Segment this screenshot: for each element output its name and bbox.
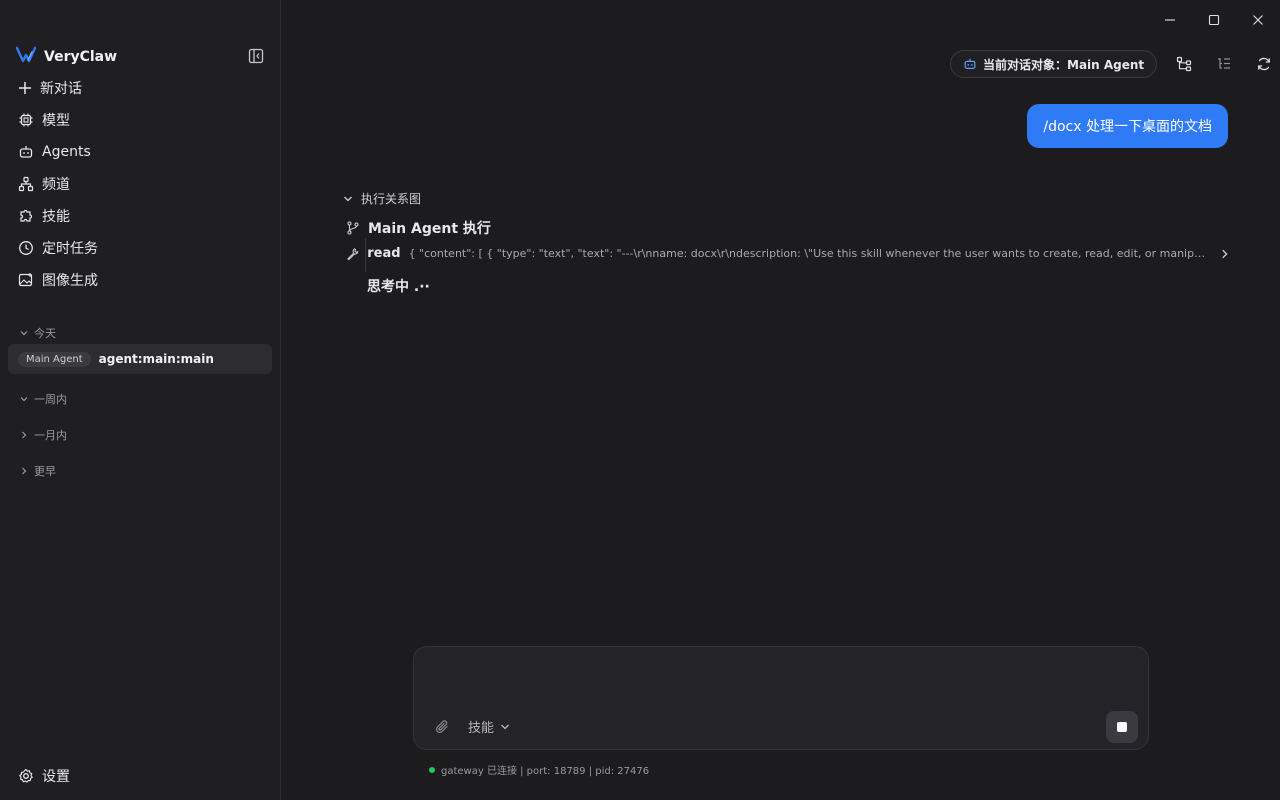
tool-name: read	[367, 246, 401, 261]
close-window-button[interactable]	[1236, 0, 1280, 40]
session-name: agent:main:main	[98, 352, 214, 366]
session-badge: Main Agent	[18, 351, 91, 367]
nav-item-new-chat[interactable]: 新对话	[8, 72, 272, 104]
list-tree-icon	[1218, 58, 1231, 69]
robot-icon	[19, 146, 33, 158]
chevron-down-icon	[501, 724, 509, 729]
maximize-button[interactable]	[1192, 0, 1236, 40]
minimize-icon	[1165, 19, 1175, 21]
group-label-text: 一周内	[34, 393, 67, 406]
chevron-down-icon	[344, 196, 352, 201]
image-icon	[18, 273, 33, 287]
tool-args-preview: { "content": [ { "type": "text", "text":…	[408, 247, 1211, 260]
refresh-icon	[1258, 57, 1271, 71]
agent-exec-label: Main Agent 执行	[368, 221, 491, 237]
network-icon	[18, 176, 34, 192]
stop-generation-button[interactable]	[1106, 711, 1138, 743]
chevron-right-icon	[22, 431, 27, 439]
close-icon	[1253, 15, 1263, 25]
stop-icon	[1117, 722, 1127, 732]
puzzle-icon	[20, 209, 33, 222]
gateway-status-text: gateway 已连接 | port: 18789 | pid: 27476	[441, 766, 650, 777]
group-week[interactable]: 一周内	[20, 391, 67, 407]
group-month[interactable]: 一月内	[20, 427, 67, 443]
group-earlier[interactable]: 更早	[20, 463, 56, 479]
settings-button[interactable]: 设置	[18, 766, 70, 786]
nav-item-label: 模型	[42, 113, 70, 129]
sidebar: VeryClaw 新对话 模型 Agents 频道 技能 定时任务 图像生成 今…	[0, 0, 281, 800]
nav-item-label: 新对话	[40, 81, 82, 97]
status-dot-icon	[429, 766, 435, 773]
clock-icon	[19, 241, 33, 255]
nav-item-label: 定时任务	[42, 241, 98, 257]
wrench-icon	[347, 247, 359, 260]
veryclaw-logo-icon	[15, 46, 37, 68]
tool-call-row[interactable]: read { "content": [ { "type": "text", "t…	[346, 246, 1230, 261]
brand: VeryClaw	[15, 46, 118, 68]
hierarchy-view-button[interactable]	[1171, 51, 1197, 77]
nav-item-label: 图像生成	[42, 273, 98, 289]
gateway-status: gateway 已连接 | port: 18789 | pid: 27476	[429, 762, 649, 777]
nav-item-models[interactable]: 模型	[8, 104, 272, 136]
panel-left-icon	[248, 48, 264, 64]
chevron-right-icon	[22, 467, 27, 475]
nav-item-image-generation[interactable]: 图像生成	[8, 264, 272, 296]
paperclip-icon	[435, 720, 448, 734]
nav-item-channels[interactable]: 频道	[8, 168, 272, 200]
git-branch-icon	[347, 221, 359, 235]
attach-button[interactable]	[434, 719, 452, 737]
group-label-text: 今天	[34, 327, 56, 340]
nav-item-label: 频道	[42, 177, 70, 193]
brand-name: VeryClaw	[44, 49, 118, 65]
hierarchy-icon	[1177, 56, 1192, 72]
skills-label: 技能	[468, 721, 495, 736]
message-composer: 技能	[413, 646, 1149, 750]
agent-exec-row: Main Agent 执行	[346, 218, 491, 238]
chevron-down-icon	[20, 397, 28, 402]
group-label-text: 一月内	[34, 429, 67, 442]
chip-icon	[19, 113, 33, 127]
sidebar-collapse-button[interactable]	[246, 46, 266, 66]
refresh-button[interactable]	[1251, 51, 1277, 77]
robot-icon	[964, 58, 976, 69]
chat-header-actions: 当前对话对象：Main Agent	[950, 50, 1277, 78]
thinking-indicator: 思考中 .··	[367, 279, 430, 295]
exec-graph-toggle[interactable]: 执行关系图	[343, 190, 421, 207]
exec-graph-label: 执行关系图	[361, 192, 422, 206]
message-input[interactable]	[430, 659, 1130, 699]
settings-label: 设置	[42, 769, 70, 785]
outline-view-button[interactable]	[1211, 51, 1237, 77]
user-message-bubble: /docx 处理一下桌面的文档	[1027, 104, 1228, 148]
nav-item-skills[interactable]: 技能	[8, 200, 272, 232]
group-today[interactable]: 今天	[20, 325, 56, 341]
nav-item-label: Agents	[42, 144, 91, 160]
nav-item-agents[interactable]: Agents	[8, 136, 272, 168]
chevron-right-icon	[1221, 249, 1228, 258]
chevron-down-icon	[20, 331, 28, 336]
minimize-button[interactable]	[1148, 0, 1192, 40]
session-item[interactable]: Main Agent agent:main:main	[8, 344, 272, 374]
nav-item-scheduled-tasks[interactable]: 定时任务	[8, 232, 272, 264]
plus-icon	[19, 82, 31, 94]
group-label-text: 更早	[34, 465, 56, 478]
user-message-text: /docx 处理一下桌面的文档	[1043, 119, 1212, 135]
chat-target-pill[interactable]: 当前对话对象：Main Agent	[950, 50, 1158, 78]
nav-item-label: 技能	[42, 209, 70, 225]
window-controls	[1148, 0, 1280, 40]
gear-icon	[19, 768, 33, 783]
skills-dropdown[interactable]: 技能	[468, 717, 510, 736]
sidebar-nav: 新对话 模型 Agents 频道 技能 定时任务 图像生成	[8, 72, 272, 296]
chat-target-label: 当前对话对象：Main Agent	[983, 57, 1145, 72]
maximize-icon	[1208, 14, 1220, 26]
